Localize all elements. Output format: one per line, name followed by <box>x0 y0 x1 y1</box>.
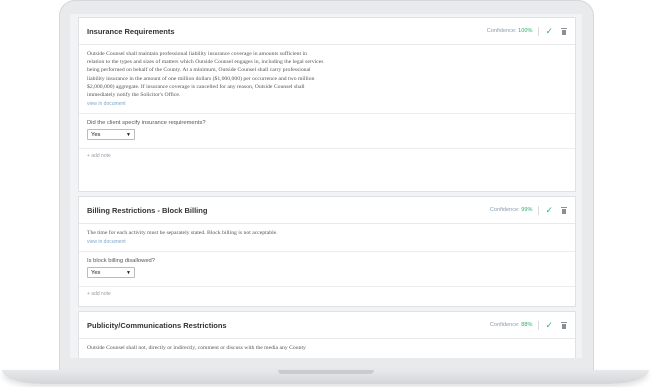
answer-select[interactable]: Yes ▼ <box>87 129 135 141</box>
check-icon[interactable]: ✓ <box>545 205 553 215</box>
card-publicity-restrictions: Publicity/Communications Restrictions Co… <box>78 311 576 358</box>
trash-icon[interactable] <box>561 27 567 35</box>
confidence-value: 100% <box>518 28 533 34</box>
question-label: Did the client specify insurance require… <box>87 120 206 127</box>
divider <box>538 205 540 215</box>
divider <box>79 251 575 253</box>
check-icon[interactable]: ✓ <box>545 26 553 36</box>
clause-text: Outside Counsel shall maintain professio… <box>87 51 324 99</box>
caret-down-icon: ▼ <box>126 131 131 138</box>
card-body: Outside Counsel shall maintain professio… <box>79 45 575 163</box>
confidence-value: 99% <box>521 207 533 213</box>
view-in-document-link[interactable]: view in document <box>87 101 567 107</box>
card-title: Insurance Requirements <box>87 26 175 36</box>
laptop-notch <box>278 370 374 374</box>
question-label: Is block billing disallowed? <box>87 258 155 265</box>
trash-icon[interactable] <box>561 206 567 214</box>
check-icon[interactable]: ✓ <box>545 320 553 330</box>
card-header: Billing Restrictions - Block Billing Con… <box>79 197 575 224</box>
card-title: Billing Restrictions - Block Billing <box>87 205 208 215</box>
view-in-document-link[interactable]: view in document <box>87 239 567 245</box>
confidence: Confidence: 100% <box>486 28 533 34</box>
card-title: Publicity/Communications Restrictions <box>87 320 227 330</box>
confidence: Confidence: 99% <box>489 207 533 213</box>
confidence-value: 88% <box>521 322 533 328</box>
card-billing-restrictions: Billing Restrictions - Block Billing Con… <box>78 196 576 307</box>
card-body: Outside Counsel shall not, directly or i… <box>79 339 575 352</box>
screen: Insurance Requirements Confidence: 100% … <box>70 14 582 358</box>
divider <box>538 320 540 330</box>
divider <box>79 113 575 115</box>
clause-text: The time for each activity must be separ… <box>87 230 278 236</box>
add-note-link[interactable]: + add note <box>79 148 575 163</box>
card-body: The time for each activity must be separ… <box>79 224 575 301</box>
answer-select[interactable]: Yes ▼ <box>87 267 135 279</box>
card-header: Publicity/Communications Restrictions Co… <box>79 312 575 339</box>
clause-text: Outside Counsel shall not, directly or i… <box>87 345 306 351</box>
confidence: Confidence: 88% <box>489 322 533 328</box>
answer-value: Yes <box>91 131 101 138</box>
divider <box>538 26 540 36</box>
card-header: Insurance Requirements Confidence: 100% … <box>79 18 575 45</box>
answer-value: Yes <box>91 269 101 276</box>
caret-down-icon: ▼ <box>126 269 131 276</box>
card-insurance-requirements: Insurance Requirements Confidence: 100% … <box>78 17 576 192</box>
trash-icon[interactable] <box>561 321 567 329</box>
add-note-link[interactable]: + add note <box>79 286 575 301</box>
